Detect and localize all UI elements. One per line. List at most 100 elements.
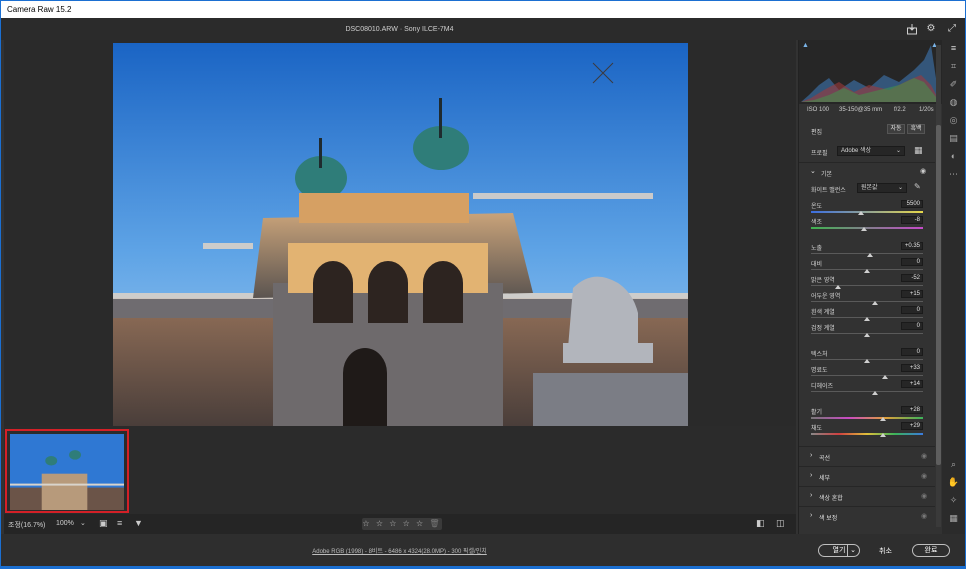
slider-track[interactable] — [811, 375, 923, 376]
heal-icon[interactable]: ✐ — [947, 78, 960, 91]
slider-value-field[interactable]: 0 — [901, 258, 923, 266]
section-title[interactable]: 색 보정 — [819, 513, 837, 522]
hand-icon[interactable]: ✋ — [947, 476, 960, 489]
zoom-icon[interactable]: ⌕ — [947, 458, 960, 471]
slider-value-field[interactable]: +28 — [901, 406, 923, 414]
scrollbar-thumb[interactable] — [936, 125, 941, 465]
bw-button[interactable]: 흑백 — [907, 124, 925, 134]
section-title[interactable]: 세부 — [819, 473, 830, 482]
panel-section[interactable]: › 곡선 ◉ — [799, 446, 935, 464]
eye-icon[interactable]: ◉ — [921, 492, 927, 500]
crop-icon[interactable]: ⌗ — [947, 60, 960, 73]
panel-scrollbar[interactable] — [936, 45, 941, 527]
more-icon[interactable]: ⋯ — [947, 168, 960, 181]
eye-icon[interactable]: ◉ — [920, 167, 926, 175]
white-balance-label: 화이트 밸런스 — [811, 188, 846, 194]
panel-section[interactable]: › 세부 ◉ — [799, 466, 935, 484]
profile-dropdown[interactable]: Adobe 색상 ⌄ — [837, 146, 905, 156]
basic-section-title[interactable]: 기본 — [821, 169, 832, 178]
eye-icon[interactable]: ◉ — [921, 452, 927, 460]
slider-handle[interactable] — [864, 269, 870, 273]
fit-zoom-label[interactable]: 조정(16.7%) — [8, 520, 45, 530]
slider-handle[interactable] — [871, 301, 878, 305]
slider-value-field[interactable]: +15 — [901, 290, 923, 298]
redeye-icon[interactable]: ◎ — [947, 114, 960, 127]
white-balance-dropdown[interactable]: 원본값 ⌄ — [857, 183, 907, 193]
profile-browser-icon[interactable]: ▦ — [914, 145, 923, 156]
filmstrip-toggle-icon[interactable]: ▣ — [99, 518, 108, 529]
slider-label: 온도 — [811, 204, 823, 210]
slider-value-field[interactable]: 0 — [901, 322, 923, 330]
chevron-down-icon: ⌄ — [895, 148, 901, 154]
slider-handle[interactable] — [858, 211, 865, 215]
workflow-options-link[interactable]: Adobe RGB (1998) - 8비트 - 6486 x 4324(28.… — [1, 546, 798, 555]
chevron-right-icon[interactable]: › — [810, 512, 812, 519]
slider-value-field[interactable]: 0 — [901, 306, 923, 314]
star-rating[interactable]: ☆ ☆ ☆ ☆ ☆ 🗑 — [362, 518, 442, 530]
done-button[interactable]: 완료 — [912, 544, 950, 557]
slider-value-field[interactable]: 5500 — [901, 200, 923, 208]
chevron-right-icon[interactable]: › — [810, 472, 812, 479]
slider-handle[interactable] — [864, 359, 870, 363]
photo-preview[interactable] — [113, 43, 688, 426]
chevron-right-icon[interactable]: › — [810, 492, 812, 499]
open-button[interactable]: 열기 ⌄ — [818, 544, 860, 557]
edit-panel: ▲ ▲ ISO 100 35-150@35 mm f/2.2 1/20s 편집 … — [798, 40, 942, 534]
preview-canvas[interactable] — [4, 40, 796, 426]
slider-value-field[interactable]: +0.35 — [901, 242, 923, 250]
slider-track[interactable] — [811, 417, 923, 419]
slider-label: 검정 계열 — [811, 326, 835, 332]
zoom-percent[interactable]: 100% — [56, 520, 74, 527]
slider-value-field[interactable]: +29 — [901, 422, 923, 430]
thumbnail-image[interactable] — [10, 434, 124, 510]
sampler-icon[interactable]: ✧ — [947, 494, 960, 507]
zoom-dropdown-icon[interactable]: ⌄ — [80, 519, 86, 527]
slider-handle[interactable] — [871, 391, 878, 395]
cancel-button[interactable]: 취소 — [879, 546, 892, 556]
slider-value-field[interactable]: -8 — [901, 216, 923, 224]
slider-value-field[interactable]: -52 — [901, 274, 923, 282]
snapshots-icon[interactable]: ▤ — [947, 132, 960, 145]
section-title[interactable]: 곡선 — [819, 453, 830, 462]
trash-icon[interactable]: 🗑 — [429, 519, 441, 528]
slider-handle[interactable] — [864, 317, 870, 321]
slider-track[interactable] — [811, 211, 923, 213]
presets-icon[interactable]: ◐ — [947, 150, 960, 163]
chevron-right-icon[interactable]: › — [810, 452, 812, 459]
panel-section[interactable]: › 색상 혼합 ◉ — [799, 486, 935, 504]
slider-value-field[interactable]: +33 — [901, 364, 923, 372]
slider-handle[interactable] — [881, 375, 888, 379]
sort-icon[interactable]: ≡ — [117, 518, 122, 528]
slider-handle[interactable] — [834, 285, 841, 289]
slider-value-field[interactable]: +14 — [901, 380, 923, 388]
slider-track[interactable] — [811, 301, 923, 302]
filter-icon[interactable]: ▼ — [134, 518, 143, 528]
save-icon[interactable] — [906, 23, 918, 35]
slider-track[interactable] — [811, 227, 923, 229]
slider-handle[interactable] — [879, 433, 886, 437]
view-mode-icon[interactable]: ◧ — [756, 518, 765, 529]
gear-icon[interactable]: ⚙ — [925, 23, 937, 35]
slider-track[interactable] — [811, 433, 923, 435]
chevron-down-icon[interactable]: ⌄ — [847, 545, 856, 556]
slider-value-field[interactable]: 0 — [901, 348, 923, 356]
slider-handle[interactable] — [860, 227, 867, 231]
eyedropper-icon[interactable]: ✎ — [914, 182, 921, 191]
slider-handle[interactable] — [864, 333, 870, 337]
masking-icon[interactable]: ◍ — [947, 96, 960, 109]
grid-icon[interactable]: ▦ — [947, 512, 960, 525]
eye-icon[interactable]: ◉ — [921, 472, 927, 480]
section-title[interactable]: 색상 혼합 — [819, 493, 843, 502]
slider-track[interactable] — [811, 391, 923, 392]
before-after-icon[interactable]: ◫ — [776, 518, 785, 529]
auto-button[interactable]: 자동 — [887, 124, 905, 134]
selected-thumbnail[interactable] — [5, 429, 129, 513]
fullscreen-icon[interactable]: ⤢ — [946, 23, 958, 35]
chevron-down-icon[interactable]: ⌄ — [810, 167, 816, 175]
slider-handle[interactable] — [879, 417, 886, 421]
panel-section[interactable]: › 색 보정 ◉ — [799, 506, 935, 524]
slider-handle[interactable] — [867, 253, 874, 257]
edit-icon[interactable]: ≡ — [947, 42, 960, 55]
eye-icon[interactable]: ◉ — [921, 512, 927, 520]
slider-track[interactable] — [811, 285, 923, 286]
